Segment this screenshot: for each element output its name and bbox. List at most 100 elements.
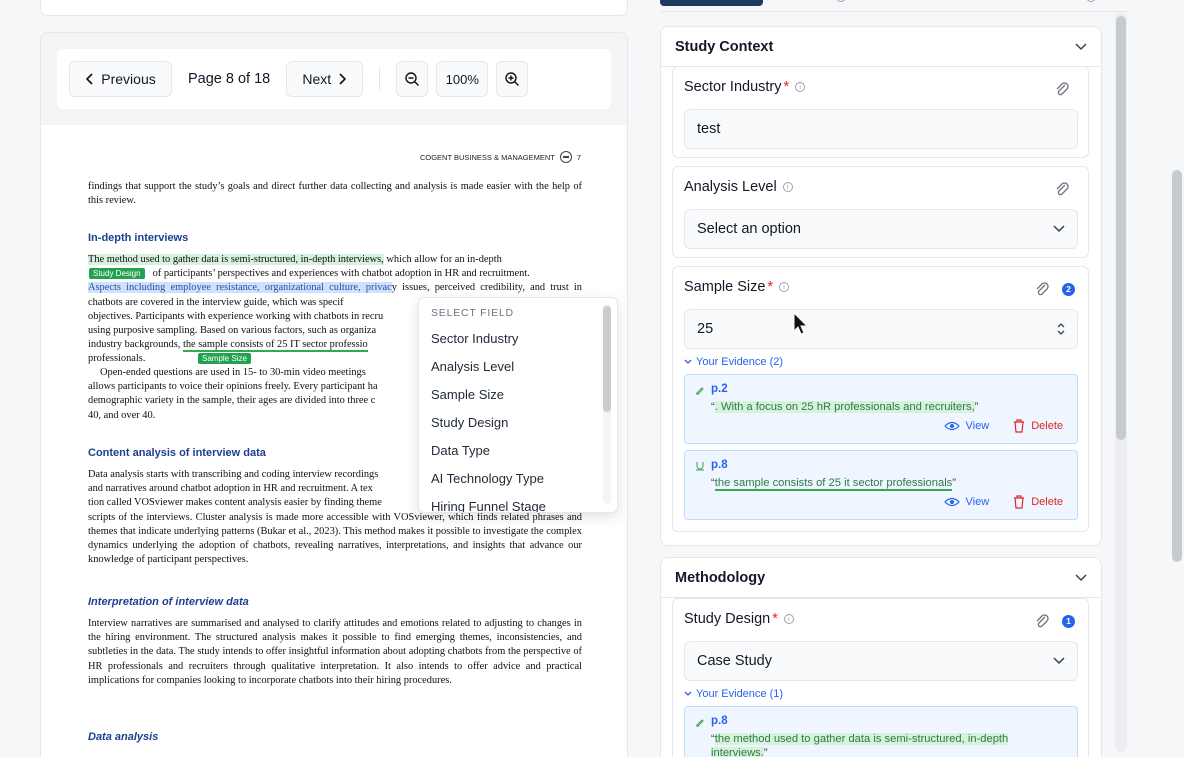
journal-logo-icon xyxy=(559,151,572,163)
zoom-in-icon xyxy=(505,72,520,86)
dropdown-item-sample-size[interactable]: Sample Size xyxy=(419,381,617,409)
tab-active[interactable] xyxy=(660,0,763,6)
journal-header: COGENT BUSINESS & MANAGEMENT 7 xyxy=(420,151,581,163)
paperclip-icon[interactable] xyxy=(1054,81,1070,97)
select-value: Case Study xyxy=(697,653,772,669)
tag-sample-size[interactable]: Sample Size xyxy=(198,353,251,364)
dropdown-title: SELECT FIELD xyxy=(431,307,514,319)
evidence-page[interactable]: p.2 xyxy=(711,383,728,395)
dropdown-item-ai-technology-type[interactable]: AI Technology Type xyxy=(419,465,617,493)
text-span: 40, and over 40. xyxy=(88,409,156,421)
required-mark: * xyxy=(772,611,778,627)
label-text: Study Design xyxy=(684,611,771,627)
info-icon[interactable]: i xyxy=(779,282,790,292)
view-button[interactable]: View xyxy=(943,496,989,508)
section-title: Study Context xyxy=(675,38,774,55)
text-span: objectives. Participants with experience… xyxy=(88,310,384,322)
selection-highlight[interactable]: Aspects including employee resistance, o… xyxy=(88,282,392,294)
study-design-select[interactable]: Case Study xyxy=(684,641,1078,681)
chevron-down-icon xyxy=(1053,657,1065,665)
underline-icon xyxy=(696,462,704,471)
analysis-level-select[interactable]: Select an option xyxy=(684,209,1078,249)
dropdown-item-analysis-level[interactable]: Analysis Level xyxy=(419,353,617,381)
previous-page-button[interactable]: Previous xyxy=(69,61,172,97)
evidence-actions: View Delete xyxy=(943,495,1063,509)
evidence-toggle[interactable]: Your Evidence (1) xyxy=(684,688,783,700)
highlight-sample-size[interactable]: the sample consists of 25 IT sector prof… xyxy=(182,339,368,353)
paperclip-icon[interactable] xyxy=(1054,181,1070,197)
label-text: Sample Size xyxy=(684,279,766,295)
quote-text: the sample consists of 25 it sector prof… xyxy=(714,477,953,491)
highlight-study-design[interactable]: The method used to gather data is semi-s… xyxy=(88,254,384,265)
study-context-header[interactable]: Study Context xyxy=(661,27,1101,67)
text-span: tion called VOSviewer makes content anal… xyxy=(88,497,382,509)
view-label: View xyxy=(965,420,990,432)
zoom-level[interactable]: 100% xyxy=(436,61,489,97)
sample-size-input[interactable]: 25 xyxy=(684,309,1078,349)
study-design-field: Study Design * i 1 Case Study Your Evidenc… xyxy=(672,598,1089,757)
delete-button[interactable]: Delete xyxy=(1013,495,1063,509)
text-span: professionals. xyxy=(88,353,146,365)
evidence-quote: “. With a focus on 25 hR professionals a… xyxy=(711,401,979,413)
required-mark: * xyxy=(783,79,790,95)
delete-button[interactable]: Delete xyxy=(1013,419,1063,433)
dropdown-item-study-design[interactable]: Study Design xyxy=(419,409,617,437)
field-label: Analysis Level i xyxy=(684,179,793,195)
mouse-cursor-icon xyxy=(793,312,809,335)
dropdown-item-hiring-funnel-stage[interactable]: Hiring Funnel Stage xyxy=(419,493,617,512)
evidence-toggle[interactable]: Your Evidence (2) xyxy=(684,356,783,368)
text-span: industry backgrounds, xyxy=(88,339,183,351)
chevron-left-icon xyxy=(86,73,93,85)
text-span: which allow for an in-depth xyxy=(383,254,502,265)
dropdown-item-sector-industry[interactable]: Sector Industry xyxy=(419,325,617,353)
dropdown-scrollbar[interactable] xyxy=(603,306,611,412)
eye-icon xyxy=(943,497,960,507)
sector-industry-field: Sector Industry * i test xyxy=(672,66,1089,158)
page-number: 7 xyxy=(576,152,581,162)
page-scrollbar[interactable] xyxy=(1172,170,1182,562)
paperclip-icon[interactable] xyxy=(1034,281,1050,297)
evidence-count-badge: 2 xyxy=(1062,283,1075,296)
dropdown-item-data-type[interactable]: Data Type xyxy=(419,437,617,465)
evidence-actions: View Delete xyxy=(943,419,1063,433)
methodology-header[interactable]: Methodology xyxy=(661,558,1101,598)
top-card xyxy=(40,0,628,16)
chevron-down-icon xyxy=(684,359,692,364)
label-text: Analysis Level xyxy=(684,179,777,195)
eye-icon xyxy=(943,421,960,431)
chevron-right-icon xyxy=(339,73,347,85)
evidence-page[interactable]: p.8 xyxy=(711,459,728,471)
info-icon[interactable]: i xyxy=(783,614,794,624)
trash-icon xyxy=(1014,419,1025,433)
zoom-out-button[interactable] xyxy=(396,61,429,97)
input-value: 25 xyxy=(697,321,714,337)
heading-content-analysis: Content analysis of interview data xyxy=(88,447,266,459)
section-title: Methodology xyxy=(675,569,766,586)
evidence-page[interactable]: p.8 xyxy=(711,715,728,727)
select-placeholder: Select an option xyxy=(697,221,801,237)
paperclip-icon[interactable] xyxy=(1034,613,1050,629)
stepper-icon[interactable] xyxy=(1057,322,1065,336)
heading-interpretation: Interpretation of interview data xyxy=(88,596,249,608)
zoom-in-button[interactable] xyxy=(496,61,529,97)
evidence-card: p.8 “the sample consists of 25 it sector… xyxy=(684,450,1078,520)
field-label: Sector Industry * i xyxy=(684,79,806,95)
sector-industry-input[interactable]: test xyxy=(684,109,1078,149)
previous-label: Previous xyxy=(101,71,156,87)
evidence-toggle-label: Your Evidence (2) xyxy=(696,356,784,368)
evidence-quote: “the sample consists of 25 it sector pro… xyxy=(711,477,957,491)
evidence-card: p.2 “. With a focus on 25 hR professiona… xyxy=(684,374,1078,444)
info-icon[interactable]: i xyxy=(795,82,806,92)
delete-label: Delete xyxy=(1031,496,1063,508)
panel-scrollbar[interactable] xyxy=(1116,16,1126,440)
tag-study-design[interactable]: Study Design xyxy=(89,268,145,279)
field-label: Study Design * i xyxy=(684,611,794,627)
paragraph-interpretation: Interview narratives are summarised and … xyxy=(88,618,582,686)
evidence-card: p.8 “the method used to gather data is s… xyxy=(684,706,1078,757)
view-button[interactable]: View xyxy=(943,420,990,432)
info-icon[interactable]: i xyxy=(782,182,793,192)
paragraph-intro: findings that support the study’s goals … xyxy=(88,181,582,207)
text-span: using purposive sampling. Based on vario… xyxy=(88,325,377,337)
delete-label: Delete xyxy=(1031,420,1063,432)
next-page-button[interactable]: Next xyxy=(286,61,364,97)
